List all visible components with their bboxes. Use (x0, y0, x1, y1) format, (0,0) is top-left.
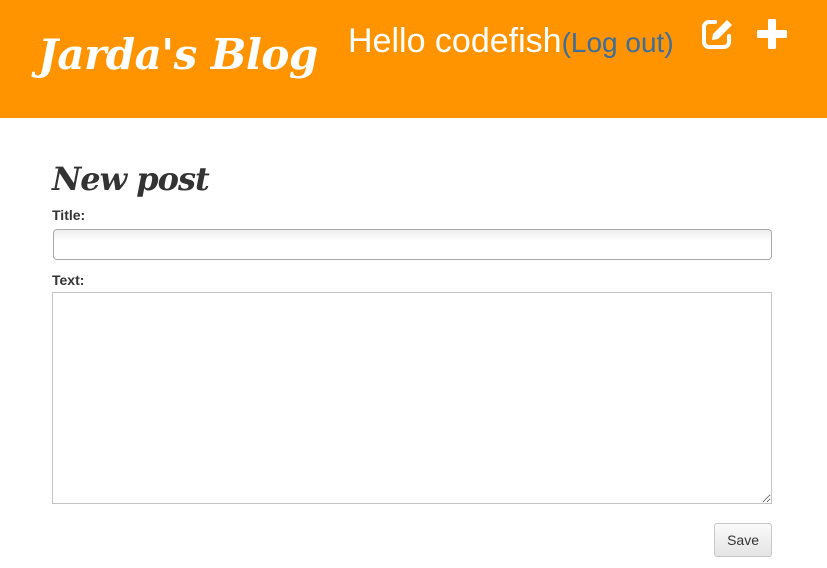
page-title: New post (52, 160, 210, 198)
site-title-link[interactable]: Jarda's Blog (38, 30, 318, 79)
title-input[interactable] (53, 229, 772, 260)
title-label: Title: (52, 207, 86, 223)
save-button[interactable]: Save (714, 523, 772, 557)
paren-open: ( (561, 27, 571, 58)
site-header: Jarda's Blog Hello codefish(Log out) (0, 0, 827, 118)
edit-icon[interactable] (700, 16, 736, 52)
new-post-form: New post Title: Text: Save (52, 155, 772, 557)
text-label: Text: (52, 272, 85, 288)
greeting-text: Hello codefish (348, 22, 562, 60)
paren-close: ) (664, 27, 674, 58)
user-greeting: Hello codefish(Log out) (348, 22, 674, 61)
plus-icon[interactable] (754, 16, 790, 52)
logout-link[interactable]: Log out (571, 27, 664, 58)
text-textarea[interactable] (52, 292, 772, 504)
